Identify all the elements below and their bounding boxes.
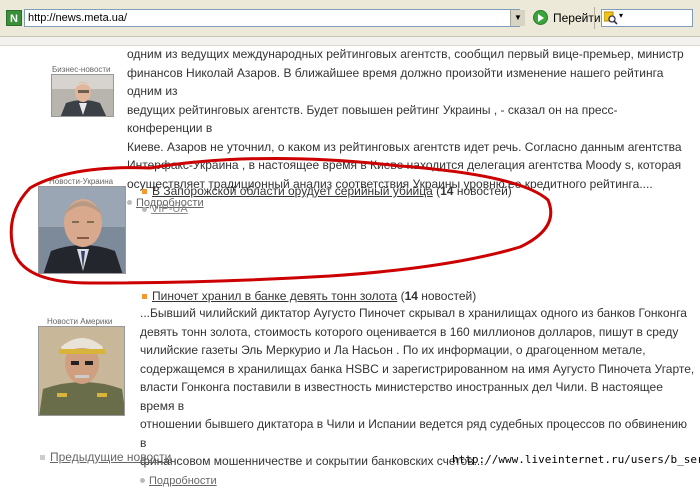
news-thumbnail-pinochet[interactable] <box>38 326 125 416</box>
address-text: http://news.meta.ua/ <box>28 12 127 24</box>
news-thumbnail-putin[interactable] <box>38 186 126 274</box>
story3-headline-link[interactable]: Пиночет хранил в банке девять тонн золот… <box>152 289 397 303</box>
bullet-icon <box>142 189 147 194</box>
story3-count: (14 новостей) <box>401 289 477 303</box>
search-icon <box>604 11 618 25</box>
story3-line: девять тонн золота, стоимость которого о… <box>140 323 695 342</box>
search-input[interactable]: ▾ <box>601 9 693 27</box>
story2-headline-row: В Запорожской области орудует серийный у… <box>142 184 512 198</box>
search-dropdown-icon[interactable]: ▾ <box>619 11 623 20</box>
watermark-url: http://www.liveinternet.ru/users/b_serj/ <box>452 453 700 466</box>
bullet-icon <box>140 478 145 483</box>
category-label: Бизнес-новости <box>52 65 111 74</box>
category-label: Новости-Украина <box>49 177 113 186</box>
story1-line: Киеве. Азаров не уточнил, о каком из рей… <box>127 138 692 157</box>
story1-line: Интерфакс-Украина , в настоящее время в … <box>127 156 692 175</box>
story2-headline-link[interactable]: В Запорожской области орудует серийный у… <box>152 184 433 198</box>
portrait-image <box>39 327 125 416</box>
category-label: Новости Америки <box>47 317 112 326</box>
portrait-image <box>52 75 114 117</box>
portrait-image <box>39 187 126 274</box>
story3-line: чилийские газеты Эль Меркурио и Ла Насьо… <box>140 341 695 360</box>
story1-line: ведущих рейтинговых агентств. Будет повы… <box>127 101 692 138</box>
bullet-icon <box>142 294 147 299</box>
more-row: Подробности <box>140 471 695 490</box>
address-dropdown-icon[interactable]: ▼ <box>510 10 525 26</box>
story3-line: ...Бывший чилийский диктатор Аугусто Пин… <box>140 304 695 323</box>
toolbar-divider <box>594 7 595 29</box>
story2-source-row: VIP-UA <box>142 203 188 215</box>
story3-line: власти Гонконга поставили в известность … <box>140 378 695 415</box>
bullet-icon <box>127 200 132 205</box>
story2-count: (14 новостей) <box>436 184 512 198</box>
site-favicon-icon: N <box>6 10 22 26</box>
prev-news-row: Предыдущие новости <box>40 450 171 464</box>
prev-news-link[interactable]: Предыдущие новости <box>50 450 171 464</box>
story3-line: отношении бывшего диктатора в Чили и Исп… <box>140 415 695 452</box>
go-arrow-icon[interactable] <box>533 10 548 25</box>
address-bar[interactable]: http://news.meta.ua/ <box>24 9 520 27</box>
story1-line: финансов Николай Азаров. В ближайшее вре… <box>127 64 692 101</box>
bullet-icon <box>40 455 45 460</box>
more-link[interactable]: Подробности <box>149 475 217 487</box>
browser-toolbar: N http://news.meta.ua/ ▼ Перейти ▾ <box>0 0 700 37</box>
bullet-icon <box>142 207 147 212</box>
news-thumbnail-azarov[interactable] <box>51 74 114 117</box>
story3-headline-row: Пиночет хранил в банке девять тонн золот… <box>142 289 476 303</box>
source-link[interactable]: VIP-UA <box>151 203 188 215</box>
story1-line: одним из ведущих международных рейтингов… <box>127 45 692 64</box>
story3-line: содержащемся в хранилищах банка HSBC и з… <box>140 360 695 379</box>
